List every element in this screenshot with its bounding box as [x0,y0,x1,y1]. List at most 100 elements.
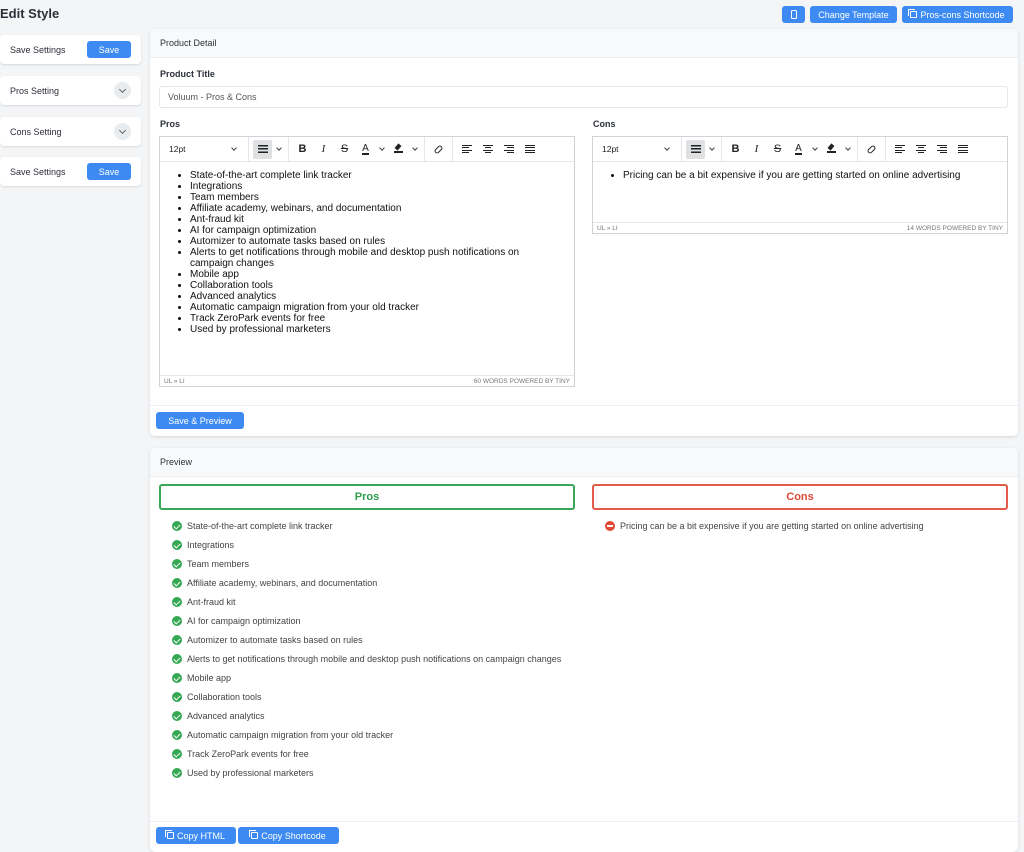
list-item: AI for campaign optimization [172,615,572,628]
bullet-list-button[interactable] [686,139,705,159]
bold-icon[interactable]: B [726,140,745,159]
list-item: Mobile app [172,672,572,685]
font-size-select[interactable]: 12pt [597,140,677,159]
mobile-icon [790,10,797,19]
link-icon[interactable] [862,140,881,159]
strikethrough-icon[interactable]: S [335,140,354,159]
copy-icon [164,830,174,839]
save-button[interactable]: Save [87,163,131,180]
cons-setting-toggle[interactable] [114,123,131,140]
list-item: Team members [172,558,572,571]
pros-label: Pros [160,119,181,129]
text-color-icon[interactable]: A [356,140,375,159]
list-item: Automizer to automate tasks based on rul… [190,236,562,247]
list-item-text: Alerts to get notifications through mobi… [187,654,562,664]
minus-circle-icon [605,521,615,531]
align-justify-icon[interactable] [520,140,539,159]
copy-shortcode-button[interactable]: Copy Shortcode [238,827,339,844]
list-item: Automatic campaign migration from your o… [190,302,562,313]
italic-icon[interactable]: I [747,140,766,159]
align-center-icon[interactable] [911,140,930,159]
preview-cons-list: Pricing can be a bit expensive if you ar… [605,520,1005,539]
bullet-list-icon [257,145,268,153]
check-circle-icon [172,749,182,759]
chevron-down-icon[interactable] [379,144,385,151]
save-button[interactable]: Save [87,41,131,58]
save-settings-card-top: Save Settings Save [0,35,141,64]
chevron-down-icon[interactable] [276,144,282,151]
element-path[interactable]: UL » LI [597,225,618,232]
chevron-down-icon[interactable] [845,144,851,151]
chevron-down-icon[interactable] [709,144,715,151]
font-size-value: 12pt [169,144,186,154]
link-icon[interactable] [429,140,448,159]
check-circle-icon [172,635,182,645]
align-right-icon[interactable] [499,140,518,159]
list-item: Pricing can be a bit expensive if you ar… [623,170,995,181]
cons-editor[interactable]: 12pt B I S A Pricing can be a bit expens… [592,136,1008,234]
cons-editor-content[interactable]: Pricing can be a bit expensive if you ar… [593,162,1007,181]
pros-setting-card[interactable]: Pros Setting [0,76,141,105]
bullet-list-icon [690,145,701,153]
mobile-preview-button[interactable] [782,6,805,23]
copy-buttons: Copy HTML Copy Shortcode [156,827,339,844]
align-right-icon[interactable] [932,140,951,159]
highlight-icon[interactable] [822,140,841,159]
list-item: Alerts to get notifications through mobi… [172,653,572,666]
save-settings-label: Save Settings [10,44,66,55]
check-circle-icon [172,768,182,778]
pros-cons-shortcode-label: Pros-cons Shortcode [920,9,1005,20]
element-path[interactable]: UL » LI [164,378,185,385]
cons-editor-statusbar: UL » LI 14 WORDS POWERED BY TINY [593,222,1007,233]
strikethrough-icon[interactable]: S [768,140,787,159]
list-item-text: Ant-fraud kit [187,597,236,607]
chevron-down-icon[interactable] [812,144,818,151]
check-circle-icon [172,692,182,702]
pros-setting-toggle[interactable] [114,82,131,99]
list-item: Ant-fraud kit [190,214,562,225]
product-title-input[interactable]: Voluum - Pros & Cons [159,86,1008,108]
product-detail-heading: Product Detail [150,29,1018,58]
copy-html-button[interactable]: Copy HTML [156,827,236,844]
pros-cons-shortcode-button[interactable]: Pros-cons Shortcode [902,6,1013,23]
align-left-icon[interactable] [457,140,476,159]
list-item: Track ZeroPark events for free [172,748,572,761]
bold-icon[interactable]: B [293,140,312,159]
pros-editor-content[interactable]: State-of-the-art complete link trackerIn… [160,162,574,335]
list-item-text: Automizer to automate tasks based on rul… [187,635,363,645]
save-preview-button[interactable]: Save & Preview [156,412,244,429]
chevron-down-icon [118,126,127,134]
text-color-icon[interactable]: A [789,140,808,159]
copy-icon [249,830,259,839]
list-item: Used by professional marketers [172,767,572,780]
chevron-down-icon[interactable] [412,144,418,151]
list-item-text: Automatic campaign migration from your o… [187,730,394,740]
list-item-text: AI for campaign optimization [187,616,301,626]
product-detail-panel: Product Detail Product Title Voluum - Pr… [150,29,1018,436]
italic-icon[interactable]: I [314,140,333,159]
change-template-button[interactable]: Change Template [810,6,897,23]
list-item: Collaboration tools [190,280,562,291]
align-center-icon[interactable] [478,140,497,159]
cons-label: Cons [593,119,616,129]
list-item-text: State-of-the-art complete link tracker [187,521,333,531]
font-size-select[interactable]: 12pt [164,140,244,159]
save-settings-label: Save Settings [10,166,66,177]
list-item: AI for campaign optimization [190,225,562,236]
highlight-icon[interactable] [389,140,408,159]
align-justify-icon[interactable] [953,140,972,159]
list-item-text: Mobile app [187,673,232,683]
list-item-text: Track ZeroPark events for free [187,749,309,759]
top-toolbar: Change Template Pros-cons Shortcode [782,6,1013,23]
align-left-icon[interactable] [890,140,909,159]
check-circle-icon [172,616,182,626]
list-item: Integrations [172,539,572,552]
product-title-label: Product Title [160,69,215,79]
bullet-list-button[interactable] [253,139,272,159]
list-item: Affiliate academy, webinars, and documen… [190,203,562,214]
cons-setting-card[interactable]: Cons Setting [0,117,141,146]
pros-editor[interactable]: 12pt B I S A State-of-the-art complete l… [159,136,575,387]
list-item: Team members [190,192,562,203]
check-circle-icon [172,673,182,683]
list-item: Advanced analytics [172,710,572,723]
